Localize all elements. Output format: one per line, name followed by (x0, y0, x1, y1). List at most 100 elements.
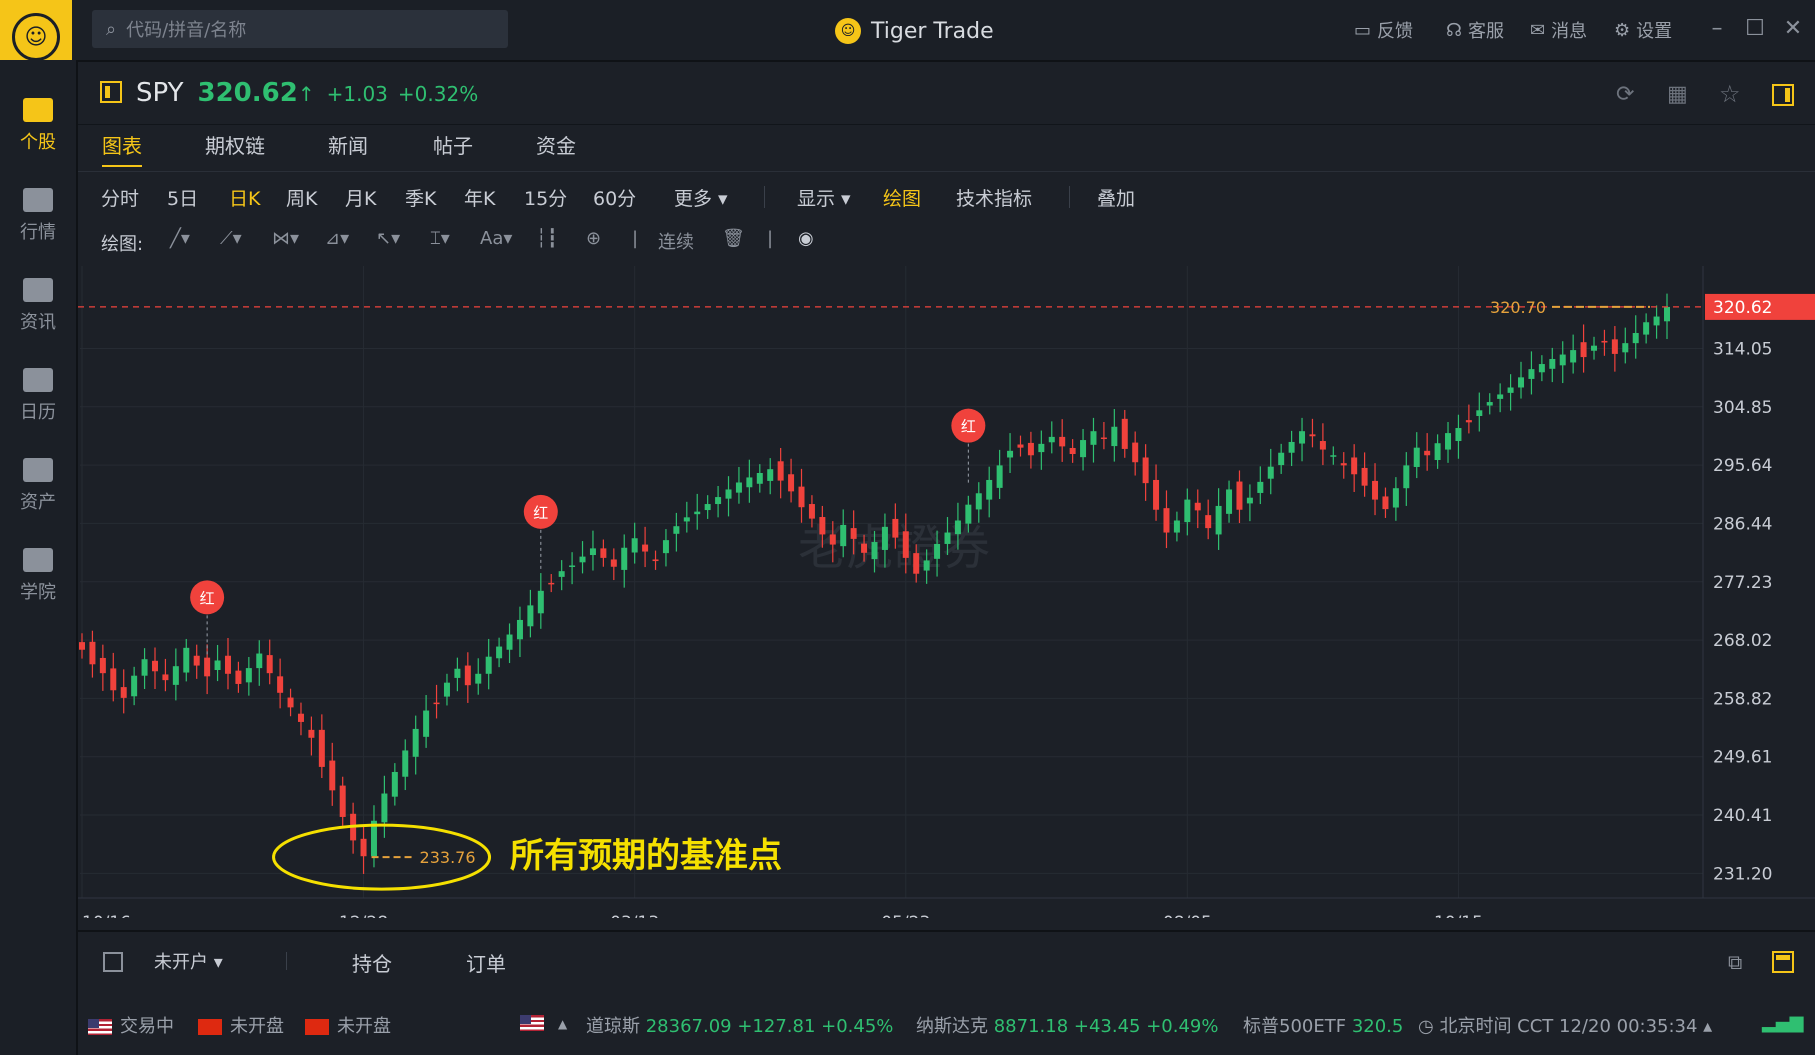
candle-body (1319, 441, 1326, 450)
candle-body (1601, 340, 1608, 343)
candle-body (600, 548, 607, 558)
candle-body (1132, 442, 1139, 463)
tiger-logo-icon: ☺ (835, 18, 861, 44)
candle-body (1424, 450, 1431, 456)
candle (600, 539, 607, 567)
candle (287, 688, 294, 717)
candle (1372, 463, 1379, 516)
line-tool-icon[interactable]: ╱▾ (170, 228, 190, 249)
candle-body (881, 526, 888, 550)
index-nasdaq[interactable]: 纳斯达克 8871.18 +43.45 +0.49% (916, 1012, 1219, 1038)
market-status-hk: 未开盘 (198, 1012, 284, 1038)
period-intraday[interactable]: 分时 (101, 184, 139, 211)
arrow-tool-icon[interactable]: ↖▾ (376, 228, 400, 249)
refresh-icon[interactable]: ⟳ (1616, 82, 1634, 107)
period-quarterly[interactable]: 季K (405, 184, 436, 211)
tab-chart[interactable]: 图表 (102, 130, 142, 167)
sidebar-item-stock[interactable]: 个股 (0, 98, 76, 154)
sidebar-item-calendar[interactable]: 日历 (0, 368, 76, 424)
candle (1309, 418, 1316, 448)
period-monthly[interactable]: 月K (345, 184, 376, 211)
overlay-button[interactable]: 叠加 (1097, 184, 1135, 211)
period-5d[interactable]: 5日 (167, 184, 198, 211)
display-dropdown[interactable]: 显示 ▾ (797, 184, 851, 211)
ray-tool-icon[interactable]: ⟋▾ (220, 228, 242, 249)
tab-news[interactable]: 新闻 (328, 130, 368, 159)
market-icon (23, 188, 53, 212)
maximize-icon[interactable]: ☐ (1740, 14, 1770, 44)
price-chart[interactable]: 老虎證券 红红红 314.05304.85295.64286.44277.232… (78, 266, 1815, 918)
candle (652, 550, 659, 570)
tab-positions[interactable]: 持仓 (352, 948, 392, 977)
minimize-icon[interactable]: – (1702, 14, 1732, 44)
tab-orders[interactable]: 订单 (466, 948, 506, 977)
search-input[interactable]: ⌕ 代码/拼音/名称 (92, 10, 508, 48)
star-icon[interactable]: ☆ (1719, 80, 1741, 108)
candle (756, 464, 763, 493)
index-spy-etf[interactable]: 标普500ETF 320.5 (1243, 1012, 1403, 1038)
x-tick-label: 08/05 (1163, 913, 1212, 918)
popout-icon[interactable]: ⧉ (1728, 950, 1742, 974)
fib-tool-icon[interactable]: ⊿▾ (325, 228, 349, 249)
candle (235, 661, 242, 693)
sidebar-item-news[interactable]: 资讯 (0, 278, 76, 334)
messages-button[interactable]: ✉ 消息 (1530, 14, 1587, 46)
candle-body (1215, 505, 1222, 535)
sidebar-item-assets[interactable]: 资产 (0, 458, 76, 514)
period-weekly[interactable]: 周K (286, 184, 317, 211)
candle-tool-icon[interactable]: ┆┇ (536, 228, 558, 249)
tab-options-chain[interactable]: 期权链 (205, 130, 265, 159)
period-daily[interactable]: 日K (229, 184, 260, 211)
candle-body (1267, 466, 1274, 479)
sidebar-item-academy[interactable]: 学院 (0, 548, 76, 604)
period-15min[interactable]: 15分 (524, 184, 567, 211)
close-icon[interactable]: ✕ (1778, 14, 1808, 44)
period-yearly[interactable]: 年K (464, 184, 495, 211)
candle-body (944, 532, 951, 544)
candle-body (621, 547, 628, 570)
candle (506, 623, 513, 664)
candle-body (464, 665, 471, 686)
panel-collapse-icon[interactable] (103, 952, 123, 972)
settings-button[interactable]: ⚙ 设置 (1614, 14, 1672, 46)
continuous-toggle[interactable]: 连续 (658, 228, 694, 254)
panel-layout-icon[interactable] (1772, 951, 1794, 973)
index-dow[interactable]: 道琼斯 28367.09 +127.81 +0.45% (586, 1012, 893, 1038)
period-60min[interactable]: 60分 (593, 184, 636, 211)
stock-icon (23, 98, 53, 122)
support-button[interactable]: ☊ 客服 (1446, 14, 1504, 46)
candle-body (1518, 377, 1525, 388)
tab-posts[interactable]: 帖子 (433, 130, 473, 159)
candle-body (631, 538, 638, 553)
candle (735, 466, 742, 504)
account-dropdown[interactable]: 未开户 ▾ (154, 948, 223, 974)
sidebar-item-market[interactable]: 行情 (0, 188, 76, 244)
candle (1267, 448, 1274, 495)
candle (256, 640, 263, 686)
trash-icon[interactable]: 🗑 (722, 228, 745, 249)
measure-tool-icon[interactable]: ⌶▾ (430, 228, 450, 249)
candle (1111, 409, 1118, 462)
side-panel-icon[interactable] (1772, 84, 1794, 106)
indicators-button[interactable]: 技术指标 (956, 184, 1032, 211)
wave-tool-icon[interactable]: ⋈▾ (272, 228, 299, 249)
candle (1445, 422, 1452, 463)
period-more-dropdown[interactable]: 更多 ▾ (674, 184, 728, 211)
candle-body (798, 486, 805, 508)
candle (318, 714, 325, 778)
candle (694, 493, 701, 530)
text-tool-icon[interactable]: Aa▾ (480, 228, 512, 249)
feedback-button[interactable]: ▭ 反馈 (1354, 14, 1413, 46)
candle-body (1580, 342, 1587, 358)
candle-body (996, 465, 1003, 488)
candle-body (245, 668, 252, 683)
grid-icon[interactable]: ▦ (1667, 82, 1688, 107)
draw-toggle[interactable]: 绘图 (883, 184, 921, 211)
candle-body (683, 517, 690, 522)
y-tick-label: 240.41 (1713, 806, 1772, 826)
zoom-icon[interactable]: ⊕ (586, 228, 601, 249)
tab-funds[interactable]: 资金 (536, 130, 576, 159)
x-tick-label: 03/13 (610, 913, 659, 918)
eye-icon[interactable]: ◉ (798, 228, 814, 249)
panel-toggle-icon[interactable] (100, 81, 122, 103)
